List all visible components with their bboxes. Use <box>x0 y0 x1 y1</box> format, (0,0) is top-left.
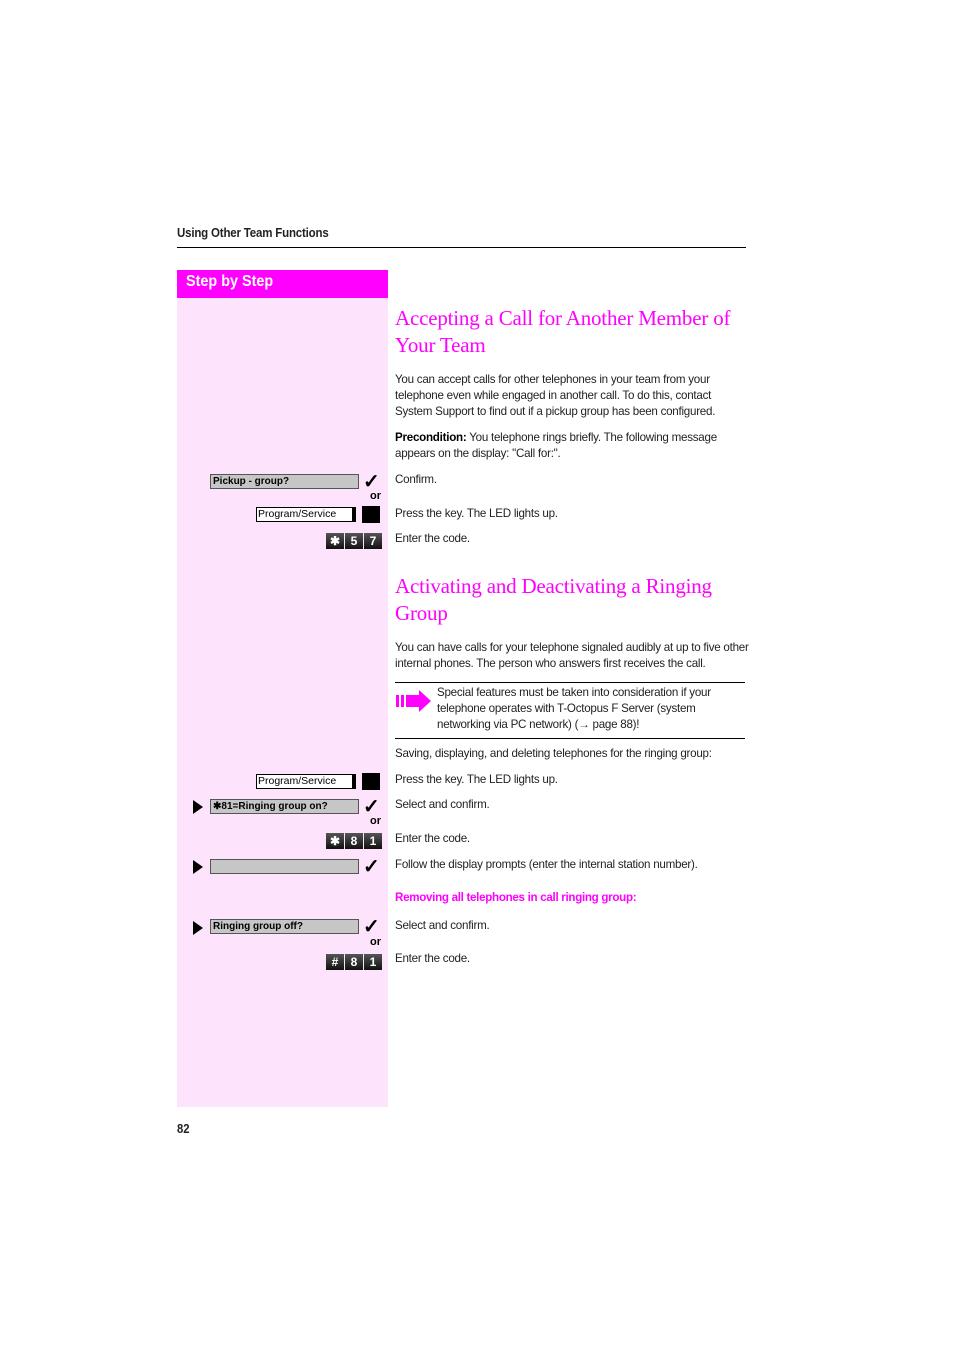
step-by-step-column <box>177 298 388 1107</box>
or-label: or <box>370 490 381 502</box>
display-empty[interactable] <box>210 859 359 874</box>
checkmark-icon[interactable]: ✓ <box>363 917 380 937</box>
program-service-key-label[interactable]: Program/Service <box>256 507 356 522</box>
checkmark-icon[interactable]: ✓ <box>363 797 380 817</box>
key-star[interactable]: ✱ <box>326 533 344 549</box>
saving-intro: Saving, displaying, and deleting telepho… <box>395 747 712 760</box>
step-text: Confirm. <box>395 473 437 486</box>
display-ringing-group-on[interactable]: ✱81=Ringing group on? <box>210 799 359 814</box>
or-label: or <box>370 815 381 827</box>
code-keys-star-8-1: ✱ 8 1 <box>326 833 382 849</box>
key-hash[interactable]: # <box>326 954 344 970</box>
code-keys-star-5-7: ✱ 5 7 <box>326 533 382 549</box>
step-text: Enter the code. <box>395 952 470 965</box>
section2-heading: Activating and Deactivating a Ringing Gr… <box>395 573 755 627</box>
scroll-arrow-icon[interactable] <box>193 800 203 814</box>
code-keys-hash-8-1: # 8 1 <box>326 954 382 970</box>
note-text: Special features must be taken into cons… <box>437 686 711 731</box>
display-ringing-group-off[interactable]: Ringing group off? <box>210 919 359 934</box>
key-1[interactable]: 1 <box>364 954 382 970</box>
program-service-key[interactable] <box>362 506 380 523</box>
section1-precondition: Precondition: You telephone rings briefl… <box>395 430 750 462</box>
program-service-key[interactable] <box>362 773 380 790</box>
step-text: Select and confirm. <box>395 919 490 932</box>
section2-intro: You can have calls for your telephone si… <box>395 641 749 670</box>
step-text: Press the key. The LED lights up. <box>395 773 558 786</box>
checkmark-icon[interactable]: ✓ <box>363 472 380 492</box>
step-text: Enter the code. <box>395 532 470 545</box>
or-label: or <box>370 936 381 948</box>
step-text: Press the key. The LED lights up. <box>395 507 558 520</box>
key-8[interactable]: 8 <box>345 954 363 970</box>
note-rule-top <box>395 682 745 683</box>
step-by-step-title: Step by Step <box>186 273 274 290</box>
key-star[interactable]: ✱ <box>326 833 344 849</box>
section1-intro: You can accept calls for other telephone… <box>395 373 716 418</box>
program-service-key-label[interactable]: Program/Service <box>256 774 356 789</box>
running-header: Using Other Team Functions <box>177 226 329 240</box>
key-8[interactable]: 8 <box>345 833 363 849</box>
page-number: 82 <box>177 1122 190 1136</box>
section1-heading-line2: Your Team <box>395 333 486 357</box>
remove-heading: Removing all telephones in call ringing … <box>395 891 637 904</box>
section2-heading-line1: Activating and Deactivating a Ringing <box>395 574 712 598</box>
precondition-label: Precondition: <box>395 431 467 444</box>
checkmark-icon[interactable]: ✓ <box>363 857 380 877</box>
section1-heading-line1: Accepting a Call for Another Member of <box>395 306 731 330</box>
key-1[interactable]: 1 <box>364 833 382 849</box>
step-text: Select and confirm. <box>395 798 490 811</box>
header-rule <box>177 247 746 248</box>
section1-heading: Accepting a Call for Another Member of Y… <box>395 305 755 359</box>
key-7[interactable]: 7 <box>364 533 382 549</box>
step-text: Enter the code. <box>395 832 470 845</box>
display-pickup-group[interactable]: Pickup - group? <box>210 474 359 489</box>
section2-heading-line2: Group <box>395 601 448 625</box>
note-rule-bottom <box>395 738 745 739</box>
step-text: Follow the display prompts (enter the in… <box>395 858 698 871</box>
key-5[interactable]: 5 <box>345 533 363 549</box>
scroll-arrow-icon[interactable] <box>193 921 203 935</box>
scroll-arrow-icon[interactable] <box>193 860 203 874</box>
arrow-right-icon <box>396 690 431 712</box>
